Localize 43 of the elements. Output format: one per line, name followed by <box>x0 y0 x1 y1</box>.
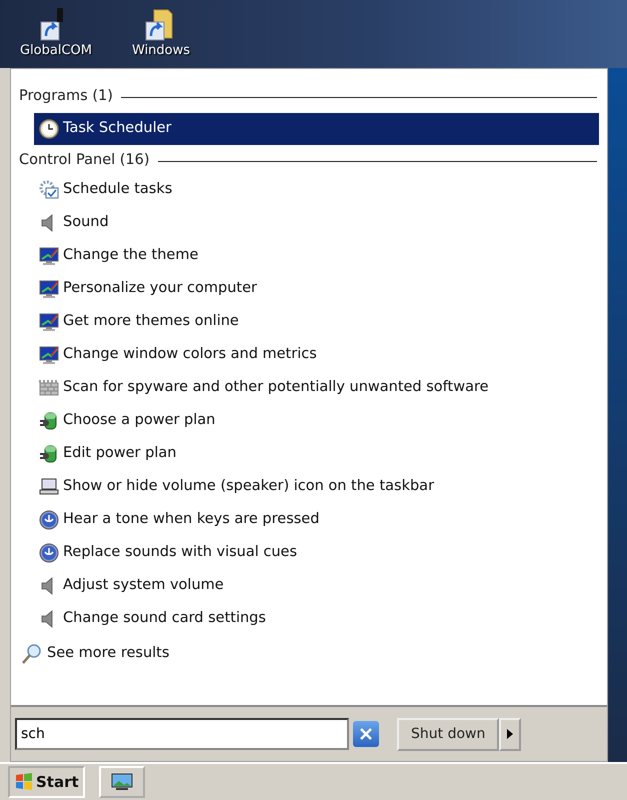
group-heading: Control Panel (16) <box>19 151 150 170</box>
monitor-icon <box>39 312 59 332</box>
search-result-item[interactable]: Change sound card settings <box>19 602 599 635</box>
desktop-icon-label[interactable]: GlobalCOM <box>20 44 92 58</box>
see-more-results-link[interactable]: See more results <box>47 643 170 665</box>
show-desktop-button[interactable] <box>98 766 145 798</box>
brick-wall-icon <box>39 378 59 398</box>
search-result-item[interactable]: Sound <box>19 206 599 239</box>
search-result-item[interactable]: Scan for spyware and other potentially unwanted software <box>19 371 599 404</box>
search-result-item[interactable]: Choose a power plan <box>19 404 599 437</box>
search-field[interactable]: sch <box>15 718 349 750</box>
gear-icon <box>39 180 59 200</box>
accessibility-icon <box>39 542 59 562</box>
search-result-item[interactable]: Replace sounds with visual cues <box>19 536 599 569</box>
group-heading: Programs (1) <box>19 87 113 106</box>
battery-plug-icon <box>39 410 59 430</box>
monitor-icon <box>39 344 59 364</box>
start-button[interactable]: Start <box>8 766 85 798</box>
search-result-item[interactable]: Edit power plan <box>19 437 599 470</box>
search-result-item[interactable]: Change the theme <box>19 239 599 272</box>
windows-flag-icon <box>14 772 34 792</box>
monitor-icon <box>39 246 59 266</box>
search-icon <box>21 643 43 665</box>
clock-icon <box>39 119 59 139</box>
search-result-item[interactable]: Schedule tasks <box>19 173 599 206</box>
monitor-picture-icon <box>110 772 134 792</box>
desktop-icon-label[interactable]: Windows <box>132 44 190 58</box>
battery-plug-icon <box>39 444 59 464</box>
clear-search-button[interactable] <box>353 721 379 747</box>
close-icon <box>359 727 373 741</box>
search-result-item[interactable]: Hear a tone when keys are pressed <box>19 503 599 536</box>
search-result-item[interactable]: Task Scheduler <box>34 113 599 145</box>
laptop-icon <box>39 476 59 496</box>
monitor-icon <box>39 278 59 298</box>
search-result-item[interactable]: Show or hide volume (speaker) icon on the taskbar <box>19 470 599 503</box>
search-result-item[interactable]: Get more themes online <box>19 305 599 338</box>
search-result-item[interactable]: Adjust system volume <box>19 569 599 602</box>
accessibility-icon <box>39 510 59 530</box>
search-result-item[interactable]: Change window colors and metrics <box>19 338 599 371</box>
shut-down-button[interactable]: Shut down <box>397 718 500 750</box>
search-result-item[interactable]: Personalize your computer <box>19 272 599 305</box>
shut-down-options-button[interactable] <box>499 718 522 750</box>
triangle-right-icon <box>506 728 514 740</box>
